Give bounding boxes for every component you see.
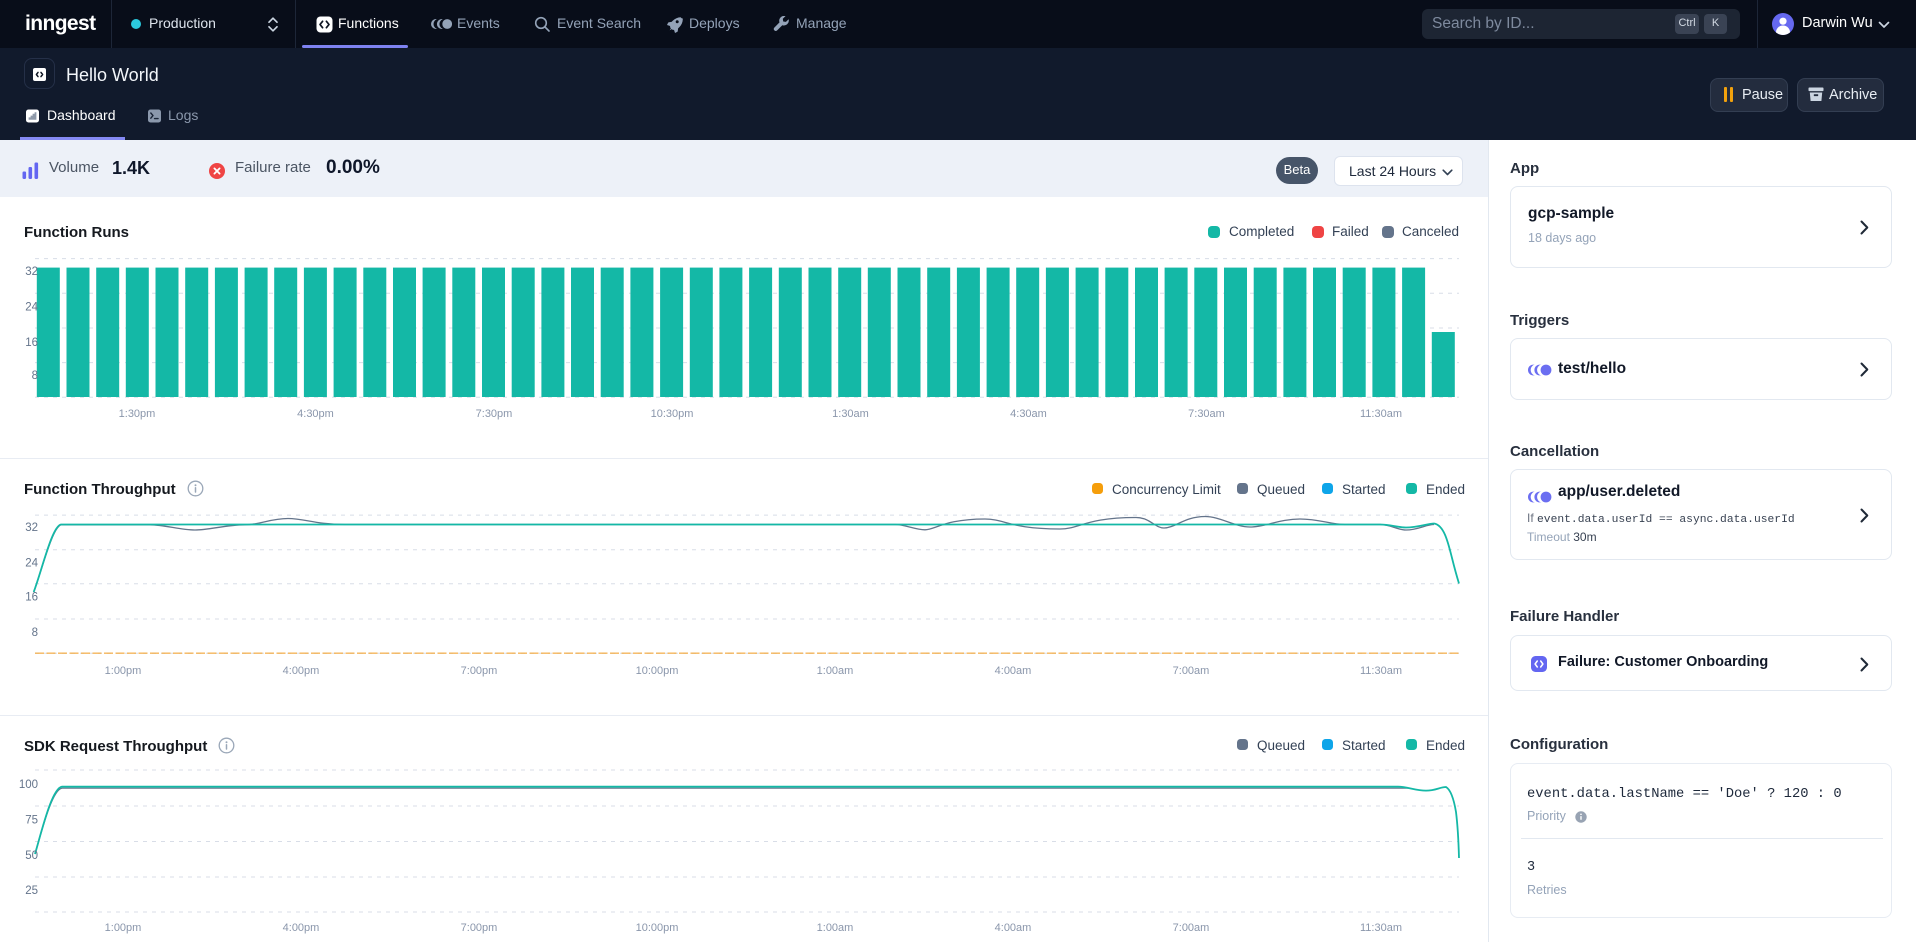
svg-text:50: 50 xyxy=(25,850,38,862)
svg-text:4:00pm: 4:00pm xyxy=(283,665,320,677)
svg-text:1:00pm: 1:00pm xyxy=(105,922,142,934)
svg-text:4:30pm: 4:30pm xyxy=(297,408,334,420)
svg-text:100: 100 xyxy=(19,779,38,791)
svg-text:32: 32 xyxy=(25,266,38,278)
svg-text:16: 16 xyxy=(25,592,38,604)
svg-text:75: 75 xyxy=(25,815,38,827)
svg-text:1:00am: 1:00am xyxy=(817,665,854,677)
svg-text:10:00pm: 10:00pm xyxy=(636,922,679,934)
svg-text:16: 16 xyxy=(25,337,38,349)
svg-text:7:00am: 7:00am xyxy=(1173,922,1210,934)
svg-text:25: 25 xyxy=(25,885,38,897)
svg-text:4:00pm: 4:00pm xyxy=(283,922,320,934)
svg-text:10:30pm: 10:30pm xyxy=(651,408,694,420)
svg-text:24: 24 xyxy=(25,301,38,313)
svg-text:24: 24 xyxy=(25,558,38,570)
svg-text:11:30am: 11:30am xyxy=(1360,408,1402,420)
svg-text:4:30am: 4:30am xyxy=(1010,408,1047,420)
svg-text:7:00am: 7:00am xyxy=(1173,665,1210,677)
svg-text:7:00pm: 7:00pm xyxy=(461,922,498,934)
svg-text:1:00pm: 1:00pm xyxy=(105,665,142,677)
svg-text:4:00am: 4:00am xyxy=(995,922,1032,934)
svg-text:8: 8 xyxy=(32,370,38,382)
svg-text:1:30am: 1:30am xyxy=(832,408,869,420)
svg-text:11:30am: 11:30am xyxy=(1360,665,1402,677)
svg-text:7:30am: 7:30am xyxy=(1188,408,1225,420)
svg-text:32: 32 xyxy=(25,522,38,534)
svg-text:1:00am: 1:00am xyxy=(817,922,854,934)
svg-text:7:30pm: 7:30pm xyxy=(476,408,513,420)
svg-text:10:00pm: 10:00pm xyxy=(636,665,679,677)
svg-text:1:30pm: 1:30pm xyxy=(119,408,156,420)
svg-text:4:00am: 4:00am xyxy=(995,665,1032,677)
svg-text:8: 8 xyxy=(32,627,38,639)
svg-text:11:30am: 11:30am xyxy=(1360,922,1402,934)
svg-text:7:00pm: 7:00pm xyxy=(461,665,498,677)
